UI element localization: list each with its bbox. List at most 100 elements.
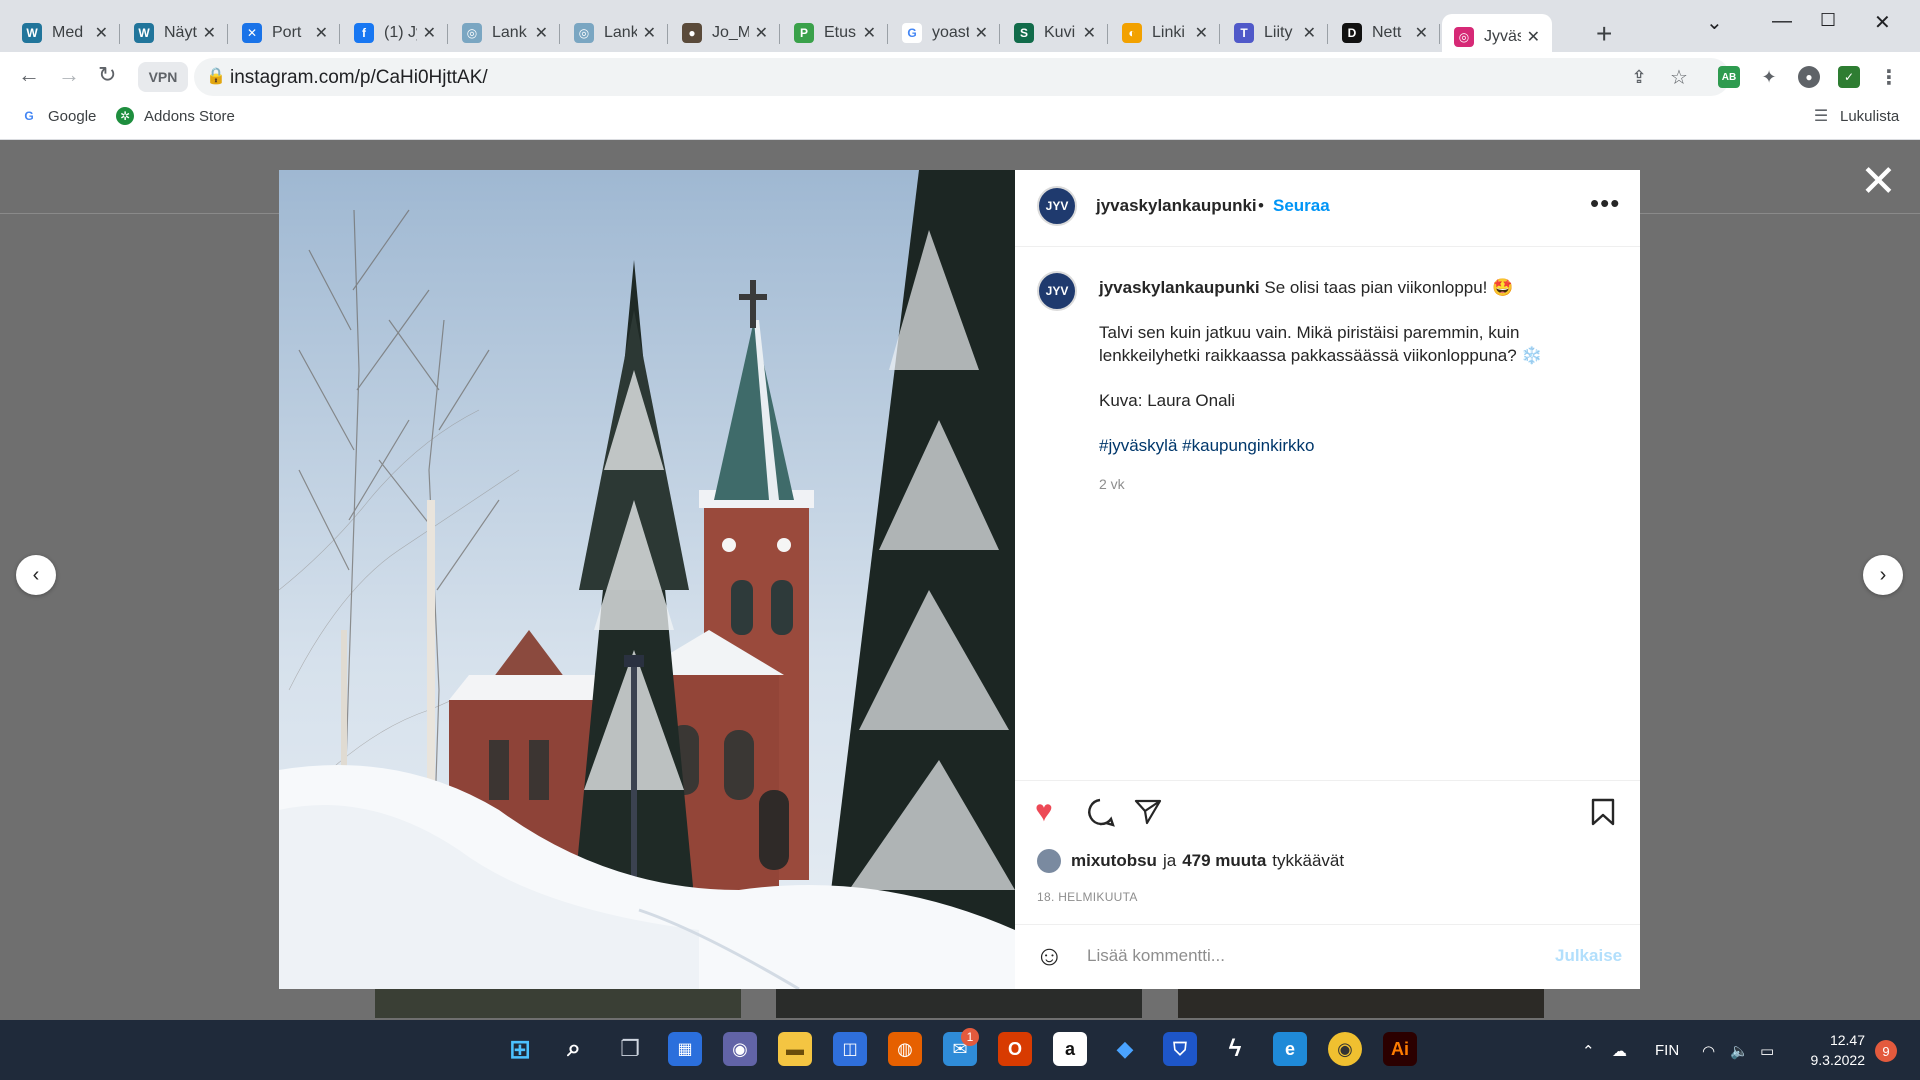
browser-app-icon[interactable]: ◉ bbox=[1328, 1032, 1362, 1066]
task-view-icon[interactable]: ❐ bbox=[613, 1032, 647, 1066]
comment-input[interactable] bbox=[1087, 940, 1517, 972]
emoji-icon[interactable]: ☺ bbox=[1035, 940, 1064, 972]
tab[interactable]: T Liity ✕ bbox=[1222, 14, 1328, 52]
dropbox-icon[interactable]: ◆ bbox=[1108, 1032, 1142, 1066]
amazon-icon[interactable]: a bbox=[1053, 1032, 1087, 1066]
previous-post-button[interactable]: ‹ bbox=[16, 555, 56, 595]
tab[interactable]: Gyoast ✕ bbox=[890, 14, 1000, 52]
liker-username[interactable]: mixutobsu bbox=[1071, 851, 1157, 871]
bookmark-save-icon[interactable] bbox=[1590, 797, 1616, 833]
close-modal-button[interactable]: ✕ bbox=[1860, 160, 1897, 204]
next-post-button[interactable]: › bbox=[1863, 555, 1903, 595]
grid-thumbnail[interactable] bbox=[1178, 988, 1544, 1018]
tab[interactable]: W Näyt ✕ bbox=[122, 14, 228, 52]
file-explorer-icon[interactable]: ▬ bbox=[778, 1032, 812, 1066]
illustrator-icon[interactable]: Ai bbox=[1383, 1032, 1417, 1066]
hashtag-link[interactable]: #kaupunginkirkko bbox=[1182, 436, 1314, 455]
microsoft-store-icon[interactable]: ◫ bbox=[833, 1032, 867, 1066]
tab-close-icon[interactable]: ✕ bbox=[643, 23, 656, 43]
star-icon[interactable]: ☆ bbox=[1668, 66, 1690, 89]
forward-button[interactable]: → bbox=[58, 62, 80, 88]
new-tab-button[interactable]: + bbox=[1596, 18, 1612, 50]
share-icon[interactable]: ⇪ bbox=[1628, 66, 1650, 88]
caption-timestamp[interactable]: 2 vk bbox=[1099, 476, 1125, 492]
tab[interactable]: f (1) Jy ✕ bbox=[342, 14, 448, 52]
post-author-username[interactable]: jyvaskylankaupunki bbox=[1096, 196, 1257, 216]
firefox-icon[interactable]: ◍ bbox=[888, 1032, 922, 1066]
edge-icon[interactable]: e bbox=[1273, 1032, 1307, 1066]
publish-comment-button[interactable]: Julkaise bbox=[1555, 946, 1622, 966]
tab[interactable]: ◎ Lank ✕ bbox=[562, 14, 668, 52]
shield-extension-icon[interactable]: ✓ bbox=[1838, 66, 1860, 88]
tab-close-icon[interactable]: ✕ bbox=[95, 23, 108, 43]
tab[interactable]: ● Jo_M ✕ bbox=[670, 14, 780, 52]
bookmark-google[interactable]: G Google bbox=[20, 107, 96, 125]
tab[interactable]: P Etusi ✕ bbox=[782, 14, 888, 52]
volume-icon[interactable]: 🔈 bbox=[1730, 1042, 1749, 1060]
back-button[interactable]: ← bbox=[18, 62, 40, 88]
battery-icon[interactable]: ▭ bbox=[1760, 1042, 1774, 1060]
more-options-icon[interactable]: ••• bbox=[1590, 188, 1620, 219]
minimize-button[interactable]: — bbox=[1772, 10, 1792, 33]
reading-list-button[interactable]: ☰ Lukulista bbox=[1812, 107, 1899, 126]
tab[interactable]: ✕ Port ✕ bbox=[230, 14, 340, 52]
url-text[interactable]: instagram.com/p/CaHi0HjttAK/ bbox=[230, 67, 488, 89]
tab-close-icon[interactable]: ✕ bbox=[1415, 23, 1428, 43]
office-icon[interactable]: O bbox=[998, 1032, 1032, 1066]
bitwarden-icon[interactable]: ⛉ bbox=[1163, 1032, 1197, 1066]
tab[interactable]: ◐ Linki ✕ bbox=[1110, 14, 1220, 52]
tab-close-icon[interactable]: ✕ bbox=[863, 23, 876, 43]
tab-close-icon[interactable]: ✕ bbox=[975, 23, 988, 43]
tab-label: Jo_M bbox=[712, 24, 749, 41]
follow-button[interactable]: Seuraa bbox=[1273, 196, 1330, 216]
window-close-button[interactable]: ✕ bbox=[1874, 10, 1891, 35]
extensions-puzzle-icon[interactable]: ✦ bbox=[1758, 66, 1780, 88]
tab[interactable]: W Med ✕ bbox=[10, 14, 120, 52]
tab[interactable]: S Kuvi ✕ bbox=[1002, 14, 1108, 52]
menu-kebab-icon[interactable]: ⋮ bbox=[1878, 66, 1900, 89]
caption-username[interactable]: jyvaskylankaupunki bbox=[1099, 278, 1260, 297]
heart-icon[interactable]: ♥ bbox=[1035, 797, 1053, 827]
notifications-badge[interactable]: 9 bbox=[1875, 1040, 1897, 1062]
bookmark-addons-store[interactable]: ✲ Addons Store bbox=[116, 107, 235, 125]
grid-thumbnail[interactable] bbox=[375, 988, 741, 1018]
tab[interactable]: ◎ Lank ✕ bbox=[450, 14, 560, 52]
tab-close-icon[interactable]: ✕ bbox=[1303, 23, 1316, 43]
share-send-icon[interactable] bbox=[1133, 797, 1163, 833]
tab[interactable]: D Nett ✕ bbox=[1330, 14, 1440, 52]
wifi-icon[interactable]: ◠ bbox=[1702, 1042, 1715, 1060]
liker-avatar[interactable] bbox=[1037, 849, 1061, 873]
adblock-extension-icon[interactable]: AB bbox=[1718, 66, 1740, 88]
chevron-down-icon[interactable]: ⌄ bbox=[1706, 10, 1723, 35]
lightning-app-icon[interactable]: ϟ bbox=[1218, 1032, 1252, 1066]
comment-icon[interactable] bbox=[1085, 797, 1115, 833]
tab-close-icon[interactable]: ✕ bbox=[535, 23, 548, 43]
tab-close-icon[interactable]: ✕ bbox=[315, 23, 328, 43]
caption-avatar[interactable]: JYV bbox=[1037, 271, 1077, 311]
search-icon[interactable]: ⌕ bbox=[557, 1032, 591, 1066]
maximize-button[interactable]: ☐ bbox=[1820, 10, 1836, 31]
teams-chat-icon[interactable]: ◉ bbox=[723, 1032, 757, 1066]
tab-close-icon[interactable]: ✕ bbox=[203, 23, 216, 43]
tab-close-icon[interactable]: ✕ bbox=[1527, 27, 1540, 47]
tab-close-icon[interactable]: ✕ bbox=[1195, 23, 1208, 43]
system-clock[interactable]: 12.47 9.3.2022 bbox=[1805, 1030, 1866, 1070]
vpn-button[interactable]: VPN bbox=[138, 62, 188, 92]
tab-close-icon[interactable]: ✕ bbox=[755, 23, 768, 43]
avatar[interactable]: JYV bbox=[1037, 186, 1077, 226]
grid-thumbnail[interactable] bbox=[776, 988, 1142, 1018]
lock-icon[interactable]: 🔒 bbox=[206, 66, 226, 86]
language-indicator[interactable]: FIN bbox=[1655, 1042, 1679, 1059]
reload-button[interactable]: ↻ bbox=[98, 62, 116, 88]
tab-close-icon[interactable]: ✕ bbox=[1083, 23, 1096, 43]
others-likes-link[interactable]: 479 muuta bbox=[1182, 851, 1266, 871]
start-icon[interactable]: ⊞ bbox=[503, 1032, 537, 1066]
widgets-icon[interactable]: ▦ bbox=[668, 1032, 702, 1066]
onedrive-icon[interactable]: ☁ bbox=[1612, 1042, 1627, 1060]
profile-icon[interactable]: ● bbox=[1798, 66, 1820, 88]
post-date[interactable]: 18. HELMIKUUTA bbox=[1037, 890, 1138, 904]
chevron-up-icon[interactable]: ⌃ bbox=[1582, 1042, 1595, 1060]
tab-close-icon[interactable]: ✕ bbox=[423, 23, 436, 43]
post-photo[interactable] bbox=[279, 170, 1015, 989]
hashtag-link[interactable]: #jyväskylä bbox=[1099, 436, 1177, 455]
